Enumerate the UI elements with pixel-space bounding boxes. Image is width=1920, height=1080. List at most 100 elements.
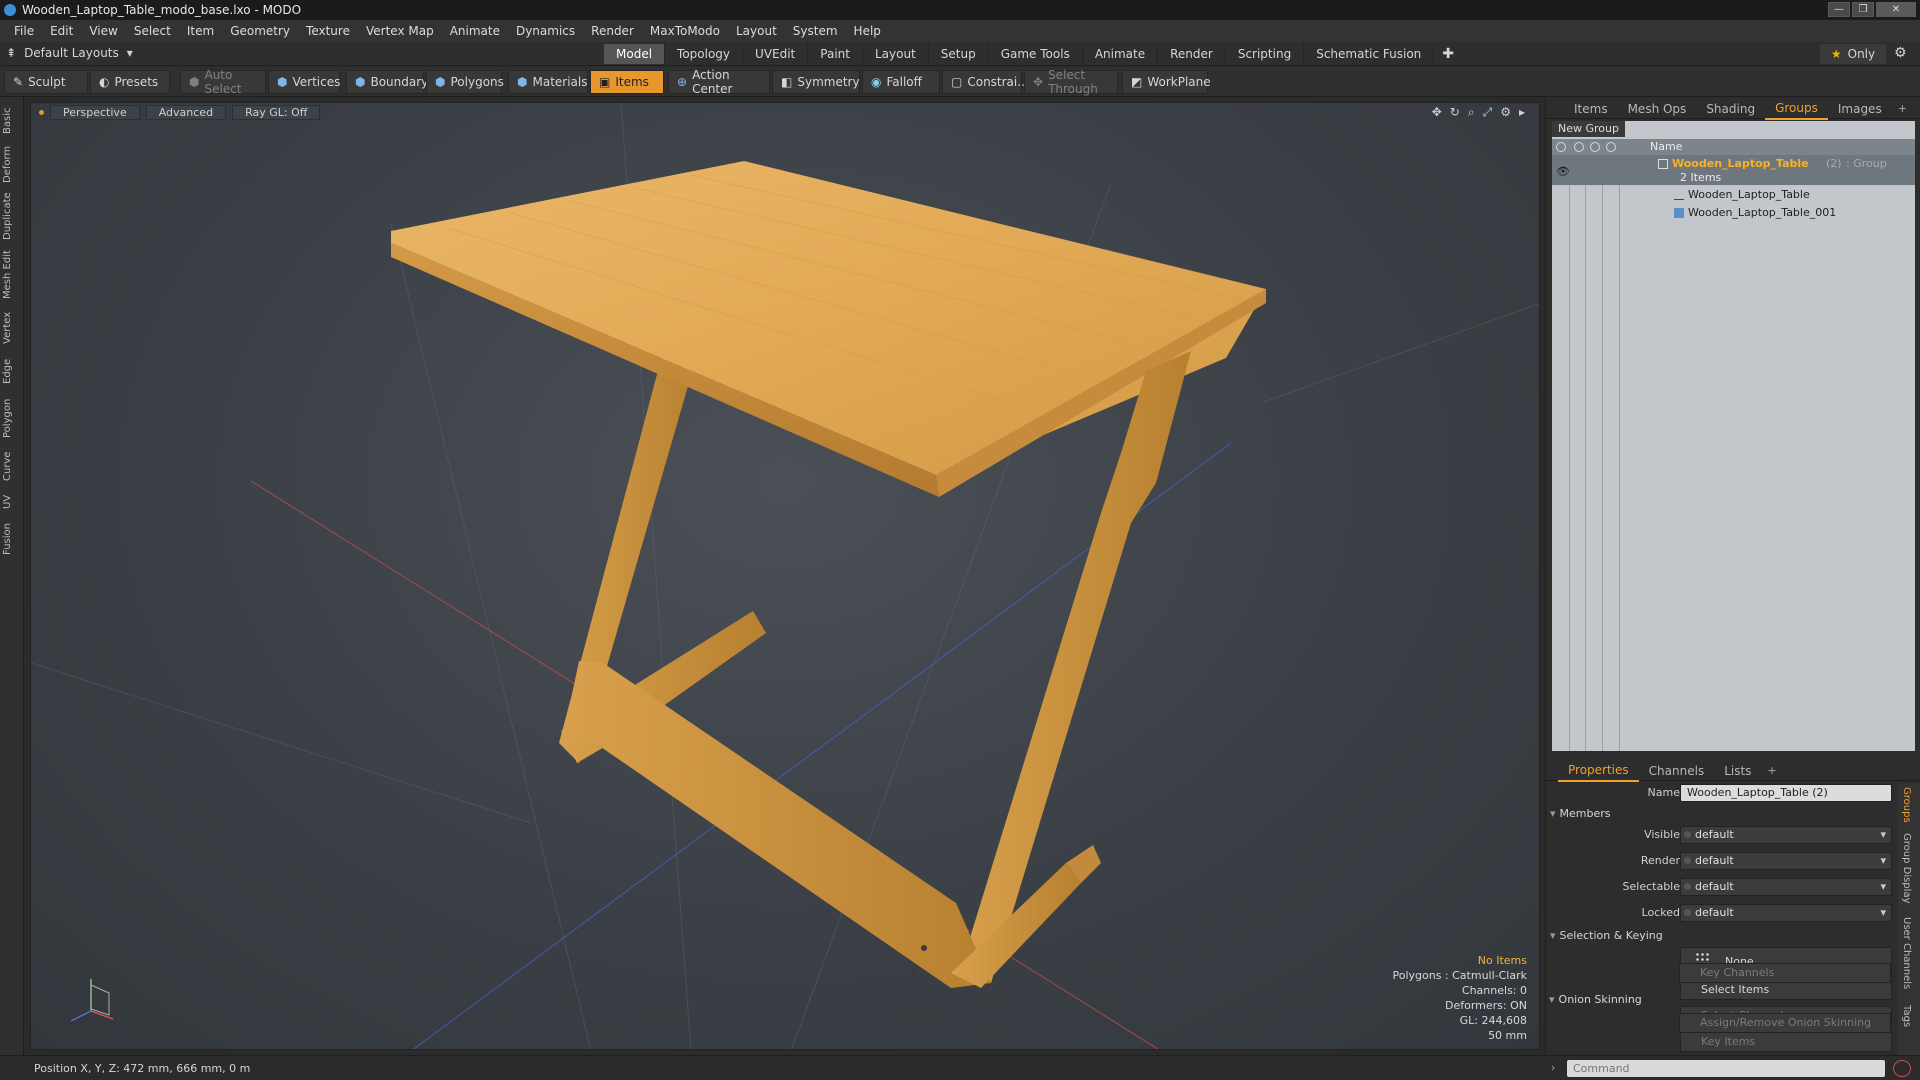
menu-item[interactable]: Item xyxy=(179,24,222,38)
tab-game-tools[interactable]: Game Tools xyxy=(989,44,1083,64)
select-through-button[interactable]: ✥ Select Through xyxy=(1024,68,1118,96)
view-mode-button[interactable]: Perspective xyxy=(50,104,140,120)
menu-system[interactable]: System xyxy=(785,24,846,38)
left-tab-vertex[interactable]: Vertex xyxy=(2,307,22,349)
members-section[interactable]: ▾ Members xyxy=(1550,807,1611,820)
tab-scripting[interactable]: Scripting xyxy=(1226,44,1305,64)
viewport-settings-icon[interactable]: ⚙ xyxy=(1500,105,1511,120)
tab-model[interactable]: Model xyxy=(604,44,666,64)
add-tab-icon[interactable]: + xyxy=(1892,102,1913,115)
command-history-icon[interactable] xyxy=(1893,1060,1911,1077)
menu-view[interactable]: View xyxy=(81,24,125,38)
vertices-button[interactable]: ⬢ Vertices xyxy=(268,70,340,94)
menu-layout[interactable]: Layout xyxy=(728,24,785,38)
group-member-row[interactable]: Wooden_Laptop_Table_001 xyxy=(1552,204,1915,222)
locked-dropdown[interactable]: default ▾ xyxy=(1680,904,1892,922)
menu-animate[interactable]: Animate xyxy=(442,24,508,38)
tab-uvedit[interactable]: UVEdit xyxy=(743,44,809,64)
viewport-menu-dot[interactable] xyxy=(39,109,44,115)
visible-dropdown[interactable]: default ▾ xyxy=(1680,826,1892,844)
tab-render[interactable]: Render xyxy=(1158,44,1226,64)
tab-shading[interactable]: Shading xyxy=(1696,99,1765,119)
constraints-button[interactable]: ▢ Constrai... xyxy=(942,70,1029,94)
left-tab-uv[interactable]: UV xyxy=(2,489,22,515)
menu-select[interactable]: Select xyxy=(126,24,179,38)
tab-lists[interactable]: Lists xyxy=(1714,761,1761,781)
left-tab-polygon[interactable]: Polygon xyxy=(2,393,22,443)
left-tab-basic[interactable]: Basic xyxy=(2,103,22,139)
left-tab-deform[interactable]: Deform xyxy=(2,143,22,185)
tab-groups[interactable]: Groups xyxy=(1765,98,1828,120)
menu-texture[interactable]: Texture xyxy=(298,24,358,38)
side-tab-tags[interactable]: Tags xyxy=(1901,1005,1912,1027)
shading-mode-button[interactable]: Advanced xyxy=(145,104,227,120)
new-group-button[interactable]: New Group xyxy=(1552,121,1625,137)
groups-list[interactable]: New Group Name 👁 Wooden_Laptop_Table (2)… xyxy=(1552,121,1915,751)
side-tab-groups[interactable]: Groups xyxy=(1901,787,1912,823)
left-tab-duplicate[interactable]: Duplicate xyxy=(2,189,22,243)
tab-topology[interactable]: Topology xyxy=(665,44,744,64)
selection-keying-section[interactable]: ▾ Selection & Keying xyxy=(1550,929,1663,942)
minimize-icon[interactable]: — xyxy=(1828,2,1850,17)
eye-icon[interactable]: 👁 xyxy=(1556,165,1570,178)
auto-select-button[interactable]: ⬢ Auto Select xyxy=(180,68,266,96)
action-center-button[interactable]: ⊕ Action Center xyxy=(668,68,770,96)
group-member-row[interactable]: Wooden_Laptop_Table xyxy=(1552,186,1915,204)
menu-dynamics[interactable]: Dynamics xyxy=(508,24,583,38)
layout-up-icon[interactable]: ⇞ xyxy=(6,46,16,60)
onion-skinning-section[interactable]: ▾ Onion Skinning xyxy=(1549,993,1642,1006)
tab-channels[interactable]: Channels xyxy=(1639,761,1715,781)
items-button[interactable]: ▣ Items xyxy=(590,70,664,94)
tab-animate[interactable]: Animate xyxy=(1083,44,1159,64)
close-icon[interactable]: ✕ xyxy=(1876,2,1916,17)
left-tab-mesh-edit[interactable]: Mesh Edit xyxy=(2,247,22,303)
materials-button[interactable]: ⬢ Materials xyxy=(508,70,588,94)
side-tab-group-display[interactable]: Group Display xyxy=(1901,833,1912,903)
falloff-button[interactable]: ◉ Falloff xyxy=(862,70,940,94)
maximize-icon[interactable]: ❐ xyxy=(1852,2,1874,17)
menu-render[interactable]: Render xyxy=(583,24,642,38)
command-input[interactable]: Command xyxy=(1567,1060,1885,1077)
polygons-button[interactable]: ⬢ Polygons xyxy=(426,70,504,94)
only-toggle[interactable]: ★ Only xyxy=(1820,44,1886,64)
fit-icon[interactable]: ⤢ xyxy=(1483,105,1493,120)
menu-geometry[interactable]: Geometry xyxy=(222,24,298,38)
tab-properties[interactable]: Properties xyxy=(1558,760,1639,782)
side-tab-user-channels[interactable]: User Channels xyxy=(1901,917,1912,989)
render-dropdown[interactable]: default ▾ xyxy=(1680,852,1892,870)
boundary-button[interactable]: ⬢ Boundary xyxy=(346,70,428,94)
pan-icon[interactable]: ✥ xyxy=(1432,105,1442,120)
tab-items[interactable]: Items xyxy=(1564,99,1618,119)
add-tab-icon[interactable]: + xyxy=(1761,764,1782,777)
symmetry-button[interactable]: ◧ Symmetry xyxy=(772,70,860,94)
tab-images[interactable]: Images xyxy=(1828,99,1892,119)
workplane-button[interactable]: ◩ WorkPlane xyxy=(1122,70,1211,94)
menu-file[interactable]: File xyxy=(6,24,42,38)
layouts-dropdown[interactable]: ⇞ Default Layouts ▾ xyxy=(6,46,133,60)
name-field[interactable]: Wooden_Laptop_Table (2) xyxy=(1680,784,1892,802)
rotate-icon[interactable]: ↻ xyxy=(1450,105,1460,120)
key-channels-button[interactable]: Key Channels xyxy=(1679,963,1891,983)
menu-maxtomodo[interactable]: MaxToModo xyxy=(642,24,728,38)
group-row[interactable]: 👁 Wooden_Laptop_Table (2) : Group 2 Item… xyxy=(1552,155,1915,185)
left-tab-curve[interactable]: Curve xyxy=(2,447,22,485)
gear-icon[interactable]: ⚙ xyxy=(1894,45,1907,61)
menu-vertex-map[interactable]: Vertex Map xyxy=(358,24,442,38)
tab-paint[interactable]: Paint xyxy=(808,44,863,64)
selectable-dropdown[interactable]: default ▾ xyxy=(1680,878,1892,896)
raygl-button[interactable]: Ray GL: Off xyxy=(232,104,321,120)
left-tab-edge[interactable]: Edge xyxy=(2,353,22,389)
tab-schematic-fusion[interactable]: Schematic Fusion xyxy=(1304,44,1435,64)
zoom-icon[interactable]: ⌕ xyxy=(1468,105,1475,120)
tab-setup[interactable]: Setup xyxy=(929,44,989,64)
viewport-expand-icon[interactable]: ▸ xyxy=(1519,105,1525,120)
add-tab-icon[interactable]: ✚ xyxy=(1434,44,1462,64)
onion-skinning-button[interactable]: Assign/Remove Onion Skinning xyxy=(1679,1013,1891,1033)
left-tab-fusion[interactable]: Fusion xyxy=(2,519,22,559)
tab-mesh-ops[interactable]: Mesh Ops xyxy=(1618,99,1697,119)
sculpt-button[interactable]: ✎ Sculpt xyxy=(4,70,88,94)
tab-layout[interactable]: Layout xyxy=(863,44,929,64)
menu-edit[interactable]: Edit xyxy=(42,24,81,38)
presets-button[interactable]: ◐ Presets xyxy=(90,70,170,94)
menu-help[interactable]: Help xyxy=(846,24,889,38)
